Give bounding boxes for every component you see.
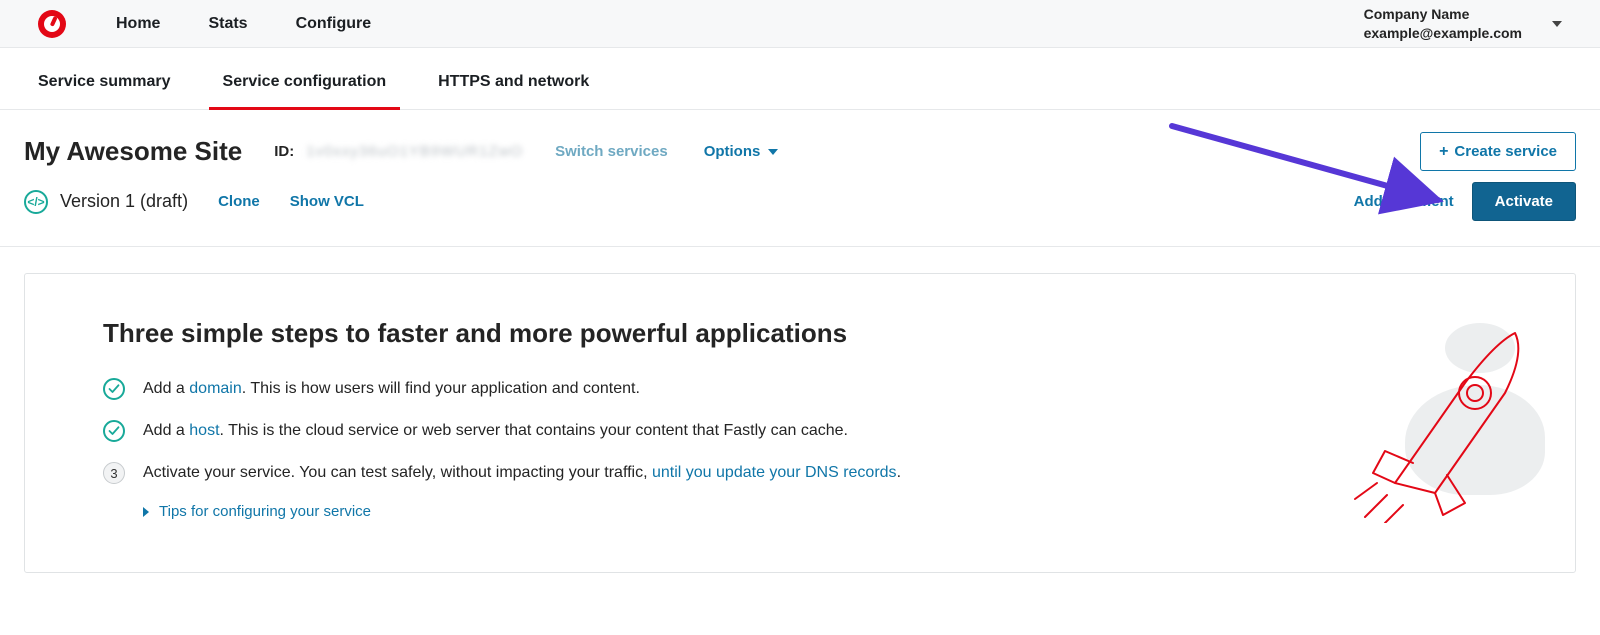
nav-home[interactable]: Home	[116, 15, 160, 33]
step-2: Add a host. This is the cloud service or…	[103, 419, 1497, 443]
add-comment-link[interactable]: Add comment	[1354, 193, 1454, 210]
top-bar: Home Stats Configure Company Name exampl…	[0, 0, 1600, 48]
tab-service-summary[interactable]: Service summary	[38, 53, 171, 109]
caret-right-icon	[143, 507, 149, 517]
primary-nav: Home Stats Configure	[116, 15, 371, 33]
service-id-label: ID:	[274, 143, 294, 160]
onboarding-heading: Three simple steps to faster and more po…	[103, 318, 1497, 349]
version-bar: </> Version 1 (draft) Clone Show VCL Add…	[0, 179, 1600, 247]
rocket-icon	[1325, 323, 1545, 523]
service-tabs: Service summary Service configuration HT…	[0, 48, 1600, 110]
account-email: example@example.com	[1364, 24, 1522, 43]
tab-service-configuration[interactable]: Service configuration	[223, 53, 387, 109]
step-1: Add a domain. This is how users will fin…	[103, 377, 1497, 401]
nav-configure[interactable]: Configure	[296, 15, 372, 33]
tab-https-network[interactable]: HTTPS and network	[438, 53, 589, 109]
rocket-illustration	[1325, 323, 1545, 523]
show-vcl-link[interactable]: Show VCL	[290, 193, 364, 210]
step-1-text-pre: Add a	[143, 380, 189, 397]
step-list: Add a domain. This is how users will fin…	[103, 377, 1497, 485]
service-header: My Awesome Site ID: 1v0xxy36uO1YB9WUR1Zw…	[0, 110, 1600, 179]
chevron-down-icon	[768, 149, 778, 155]
account-company: Company Name	[1364, 5, 1522, 24]
clone-link[interactable]: Clone	[218, 193, 260, 210]
dns-records-link[interactable]: until you update your DNS records	[652, 464, 897, 481]
create-service-button[interactable]: + Create service	[1420, 132, 1576, 171]
switch-services-link[interactable]: Switch services	[555, 143, 668, 160]
options-menu[interactable]: Options	[704, 143, 779, 160]
service-id-value: 1v0xxy36uO1YB9WUR1ZwO	[306, 143, 523, 160]
chevron-down-icon	[1552, 21, 1562, 27]
account-menu[interactable]: Company Name example@example.com	[1364, 5, 1562, 43]
step-2-text-post: . This is the cloud service or web serve…	[220, 422, 848, 439]
step-1-text-post: . This is how users will find your appli…	[242, 380, 640, 397]
host-link[interactable]: host	[189, 422, 219, 439]
version-label: Version 1 (draft)	[60, 191, 188, 212]
plus-icon: +	[1439, 144, 1448, 160]
brand-logo-icon	[38, 10, 66, 38]
step-3-text-pre: Activate your service. You can test safe…	[143, 464, 652, 481]
service-title: My Awesome Site	[24, 136, 242, 167]
step-3-text-post: .	[897, 464, 901, 481]
nav-stats[interactable]: Stats	[208, 15, 247, 33]
create-service-label: Create service	[1454, 143, 1557, 160]
domain-link[interactable]: domain	[189, 380, 241, 397]
check-icon	[103, 378, 125, 400]
step-2-text-pre: Add a	[143, 422, 189, 439]
step-3: 3 Activate your service. You can test sa…	[103, 461, 1497, 485]
tips-link[interactable]: Tips for configuring your service	[159, 503, 371, 520]
check-icon	[103, 420, 125, 442]
activate-label: Activate	[1495, 193, 1553, 210]
activate-button[interactable]: Activate	[1472, 182, 1576, 221]
step-number-badge: 3	[103, 462, 125, 484]
options-label: Options	[704, 143, 761, 160]
onboarding-card: Three simple steps to faster and more po…	[24, 273, 1576, 573]
code-icon: </>	[24, 190, 48, 214]
tips-link-row[interactable]: Tips for configuring your service	[143, 503, 1497, 520]
